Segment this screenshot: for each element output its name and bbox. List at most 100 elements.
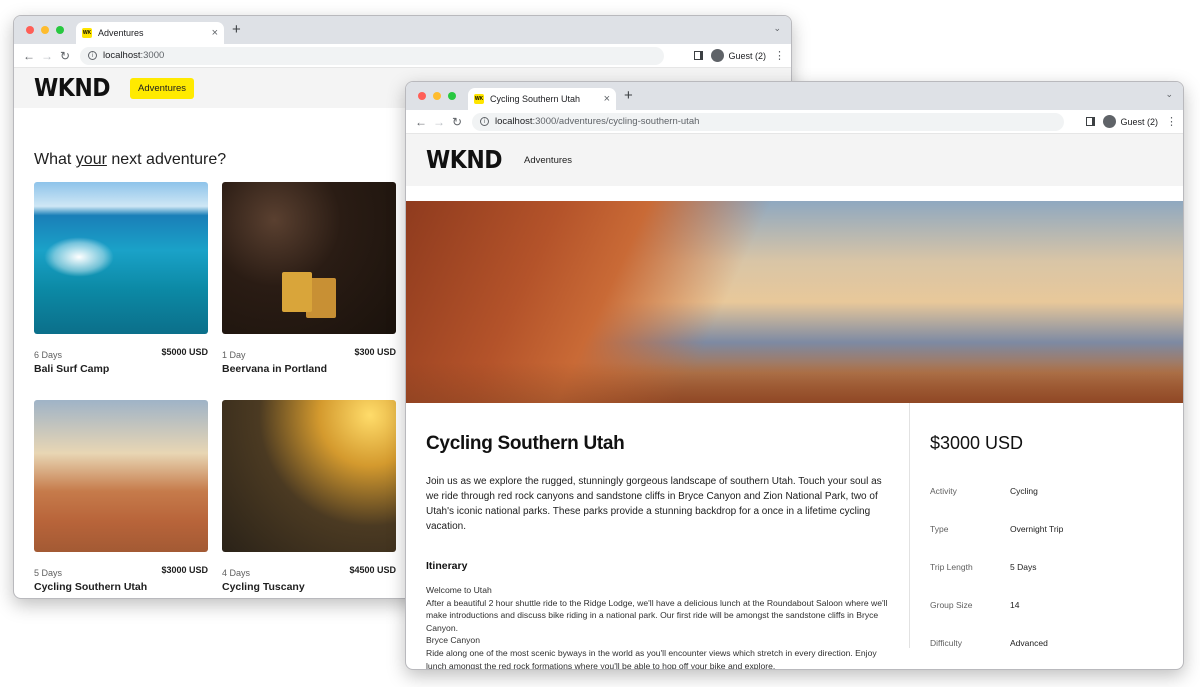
tab-close-icon[interactable]: × xyxy=(212,27,218,39)
url-path: :3000 xyxy=(140,50,165,61)
close-window-button[interactable] xyxy=(26,26,34,34)
fact-label: Difficulty xyxy=(930,638,962,648)
url-host: localhost xyxy=(495,116,533,127)
fact-value: 14 xyxy=(1010,600,1020,610)
card-title[interactable]: Bali Surf Camp xyxy=(34,363,208,375)
card-duration: 5 Days xyxy=(34,568,63,578)
card-price: $4500 USD xyxy=(349,565,396,575)
profile-button[interactable]: Guest (2) xyxy=(711,49,766,62)
card-duration: 6 Days xyxy=(34,350,63,360)
tab-title: Cycling Southern Utah xyxy=(490,94,581,104)
fact-row: Type Overnight Trip xyxy=(930,524,1163,562)
adventure-card[interactable]: 6 Days $5000 USD Bali Surf Camp xyxy=(34,182,208,375)
menu-kebab-icon[interactable]: ⋮ xyxy=(1166,115,1177,128)
nav-adventures-link[interactable]: Adventures xyxy=(130,77,195,99)
adventure-detail: Cycling Southern Utah Join us as we expl… xyxy=(406,403,1183,669)
detail-main: Cycling Southern Utah Join us as we expl… xyxy=(426,403,910,669)
browser-window-cycling-utah: WK Cycling Southern Utah × + ⌄ ← → ↻ i l… xyxy=(405,81,1184,670)
tuscany-photo[interactable] xyxy=(222,400,396,552)
zoom-window-button[interactable] xyxy=(448,92,456,100)
back-arrow-icon[interactable]: ← xyxy=(20,49,38,63)
fact-value: Cycling xyxy=(1010,486,1038,496)
new-tab-button[interactable]: + xyxy=(624,87,633,104)
menu-kebab-icon[interactable]: ⋮ xyxy=(774,49,785,62)
adventure-description: Join us as we explore the rugged, stunni… xyxy=(426,476,882,532)
profile-button[interactable]: Guest (2) xyxy=(1103,115,1158,128)
fact-row: Difficulty Advanced xyxy=(930,638,1163,669)
browser-tab-cycling-utah[interactable]: WK Cycling Southern Utah × xyxy=(468,88,616,110)
card-price: $3000 USD xyxy=(161,565,208,575)
back-arrow-icon[interactable]: ← xyxy=(412,115,430,129)
adventure-card[interactable]: 4 Days $4500 USD Cycling Tuscany xyxy=(222,400,396,593)
fact-label: Activity xyxy=(930,486,957,496)
itinerary-line: Ride along one of the most scenic byways… xyxy=(426,647,877,670)
tab-search-chevron-icon[interactable]: ⌄ xyxy=(1165,89,1173,100)
fact-row: Trip Length 5 Days xyxy=(930,562,1163,600)
browser-tab-adventures[interactable]: WK Adventures × xyxy=(76,22,224,44)
itinerary-text: Welcome to Utah After a beautiful 2 hour… xyxy=(426,584,889,670)
browser-toolbar: ← → ↻ i localhost:3000/adventures/cyclin… xyxy=(406,110,1183,134)
zoom-window-button[interactable] xyxy=(56,26,64,34)
heading-post: next adventure? xyxy=(106,151,227,168)
card-title[interactable]: Beervana in Portland xyxy=(222,363,396,375)
card-duration: 4 Days xyxy=(222,568,251,578)
guest-avatar-icon xyxy=(1103,115,1117,128)
forward-arrow-icon[interactable]: → xyxy=(38,49,56,63)
fact-label: Type xyxy=(930,524,949,534)
forward-arrow-icon[interactable]: → xyxy=(430,115,448,129)
profile-label: Guest (2) xyxy=(728,50,766,61)
url-path: :3000/adventures/cycling-southern-utah xyxy=(532,116,700,127)
toolbar-right: Guest (2) ⋮ xyxy=(694,49,785,62)
fact-value: Advanced xyxy=(1010,638,1048,648)
browser-toolbar: ← → ↻ i localhost:3000 Guest (2) ⋮ xyxy=(14,44,791,68)
fact-value: 5 Days xyxy=(1010,562,1037,572)
fact-label: Trip Length xyxy=(930,562,973,572)
surf-photo[interactable] xyxy=(34,182,208,334)
card-title[interactable]: Cycling Tuscany xyxy=(222,581,396,593)
close-window-button[interactable] xyxy=(418,92,426,100)
page-heading: What your next adventure? xyxy=(34,151,226,169)
wknd-logo[interactable]: WKND xyxy=(426,146,503,175)
wknd-logo[interactable]: WKND xyxy=(34,74,111,103)
address-bar[interactable]: i localhost:3000/adventures/cycling-sout… xyxy=(472,112,1064,131)
beer-photo[interactable] xyxy=(222,182,396,334)
reload-icon[interactable]: ↻ xyxy=(56,49,74,63)
card-price: $300 USD xyxy=(354,347,396,357)
side-panel-icon[interactable] xyxy=(1086,117,1096,126)
address-bar[interactable]: i localhost:3000 xyxy=(80,46,664,65)
heading-pre: What xyxy=(34,151,76,168)
fact-label: Group Size xyxy=(930,600,973,610)
site-info-icon[interactable]: i xyxy=(88,51,97,60)
itinerary-line: Welcome to Utah xyxy=(426,585,492,595)
wknd-favicon-icon: WK xyxy=(474,94,484,104)
detail-sidebar: $3000 USD Activity Cycling Type Overnight … xyxy=(910,403,1163,669)
adventure-price: $3000 USD xyxy=(930,433,1024,453)
card-price: $5000 USD xyxy=(161,347,208,357)
site-info-icon[interactable]: i xyxy=(480,117,489,126)
new-tab-button[interactable]: + xyxy=(232,21,241,38)
reload-icon[interactable]: ↻ xyxy=(448,115,466,129)
guest-avatar-icon xyxy=(711,49,725,62)
tab-close-icon[interactable]: × xyxy=(604,93,610,105)
fact-row: Activity Cycling xyxy=(930,486,1163,524)
minimize-window-button[interactable] xyxy=(41,26,49,34)
adventure-card[interactable]: 1 Day $300 USD Beervana in Portland xyxy=(222,182,396,375)
url-host: localhost xyxy=(103,50,141,61)
minimize-window-button[interactable] xyxy=(433,92,441,100)
tab-strip: WK Cycling Southern Utah × + ⌄ xyxy=(406,82,1183,110)
utah-photo[interactable] xyxy=(34,400,208,552)
side-panel-icon[interactable] xyxy=(694,51,704,60)
tab-search-chevron-icon[interactable]: ⌄ xyxy=(773,23,781,34)
card-title[interactable]: Cycling Southern Utah xyxy=(34,581,208,593)
hero-canyon-photo xyxy=(406,201,1183,403)
nav-adventures-link[interactable]: Adventures xyxy=(524,155,572,166)
header-spacer xyxy=(406,186,1183,201)
window-controls xyxy=(26,26,64,34)
itinerary-heading: Itinerary xyxy=(426,560,468,572)
adventure-title: Cycling Southern Utah xyxy=(426,433,625,454)
tab-strip: WK Adventures × + ⌄ xyxy=(14,16,791,44)
adventure-card[interactable]: 5 Days $3000 USD Cycling Southern Utah xyxy=(34,400,208,593)
toolbar-right: Guest (2) ⋮ xyxy=(1086,115,1177,128)
itinerary-line: Bryce Canyon xyxy=(426,635,480,646)
window-controls xyxy=(418,92,456,100)
